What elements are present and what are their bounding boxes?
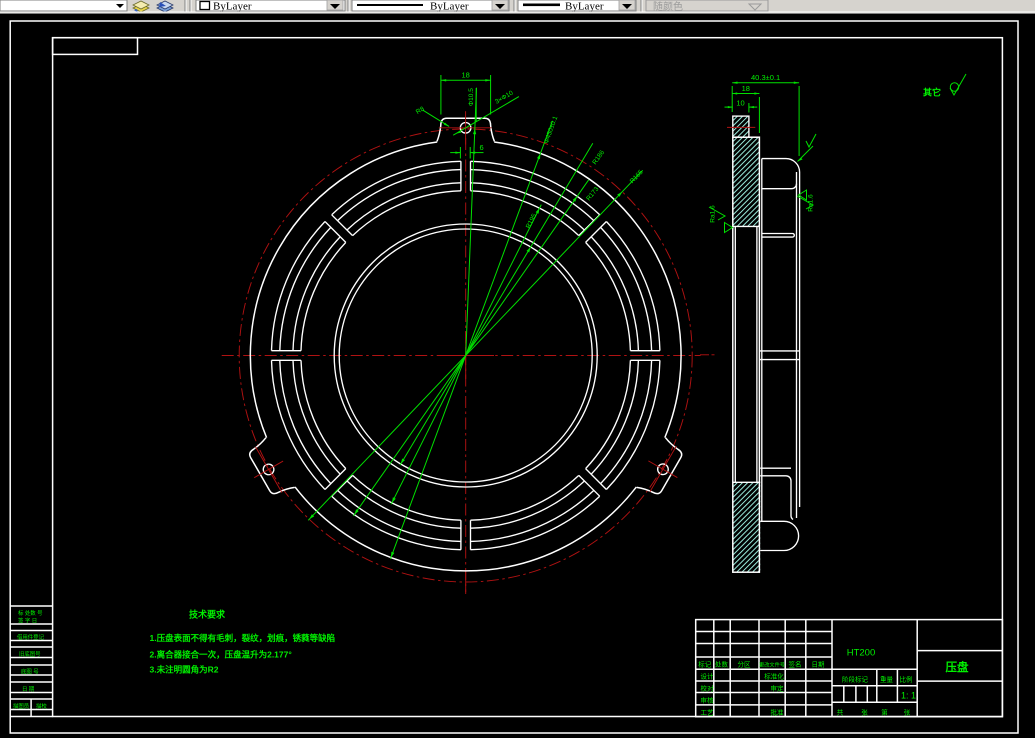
svg-text:批准: 批准 [771,708,785,717]
svg-text:重量: 重量 [880,676,894,684]
svg-text:校对: 校对 [701,684,715,693]
svg-text:分区: 分区 [738,660,752,669]
svg-text:40.3±0.1: 40.3±0.1 [751,73,780,82]
svg-text:比例: 比例 [900,675,913,684]
svg-text:签名: 签名 [789,660,802,669]
svg-text:3.未注明圆角为R2: 3.未注明圆角为R2 [150,665,219,675]
svg-text:随颜色: 随颜色 [653,0,683,13]
svg-text:张: 张 [861,708,868,717]
svg-text:描图员: 描图员 [13,702,30,710]
svg-text:ByLayer: ByLayer [213,1,252,13]
svg-text:共: 共 [837,708,844,717]
svg-text:借用件登记: 借用件登记 [17,633,45,641]
svg-text:工艺: 工艺 [701,709,715,717]
svg-text:1: 1: 1: 1 [901,691,916,701]
svg-text:ByLayer: ByLayer [565,1,604,13]
svg-text:Ra1.6: Ra1.6 [710,205,717,223]
svg-text:其它: 其它 [923,87,941,98]
svg-text:日 期: 日 期 [22,686,34,693]
svg-text:标 处数 号: 标 处数 号 [18,609,43,617]
svg-text:旧底图号: 旧底图号 [19,650,41,658]
svg-text:2.离合器接合一次，压盘温升为2.177°: 2.离合器接合一次，压盘温升为2.177° [150,650,293,660]
svg-text:第: 第 [881,708,888,717]
svg-text:日期: 日期 [812,661,826,669]
svg-text:更改文件号: 更改文件号 [759,661,785,669]
svg-text:底图 号: 底图 号 [21,668,39,676]
svg-text:Φ10.5: Φ10.5 [468,88,475,106]
svg-text:Ra1.6: Ra1.6 [808,194,815,212]
svg-text:标记: 标记 [698,660,712,669]
svg-text:1.压盘表面不得有毛刺，裂纹，划痕，锈蕤等缺陷: 1.压盘表面不得有毛刺，裂纹，划痕，锈蕤等缺陷 [150,633,336,643]
svg-text:压盘: 压盘 [946,660,969,674]
svg-text:处数: 处数 [715,660,729,669]
svg-text:6: 6 [480,143,484,152]
svg-text:阶段标记: 阶段标记 [842,675,869,684]
svg-text:描校: 描校 [36,702,47,710]
svg-text:审核: 审核 [701,696,715,705]
svg-text:审定: 审定 [771,684,785,693]
svg-text:技术要求: 技术要求 [189,609,226,620]
svg-text:HT200: HT200 [847,648,876,659]
svg-text:设计: 设计 [701,672,715,681]
svg-text:标准化: 标准化 [764,672,784,681]
svg-text:10: 10 [736,98,744,107]
svg-text:18: 18 [462,71,470,80]
svg-text:签 字 日: 签 字 日 [18,617,37,625]
svg-text:张: 张 [904,708,911,717]
svg-text:ByLayer: ByLayer [430,1,469,13]
svg-text:18: 18 [742,84,750,93]
